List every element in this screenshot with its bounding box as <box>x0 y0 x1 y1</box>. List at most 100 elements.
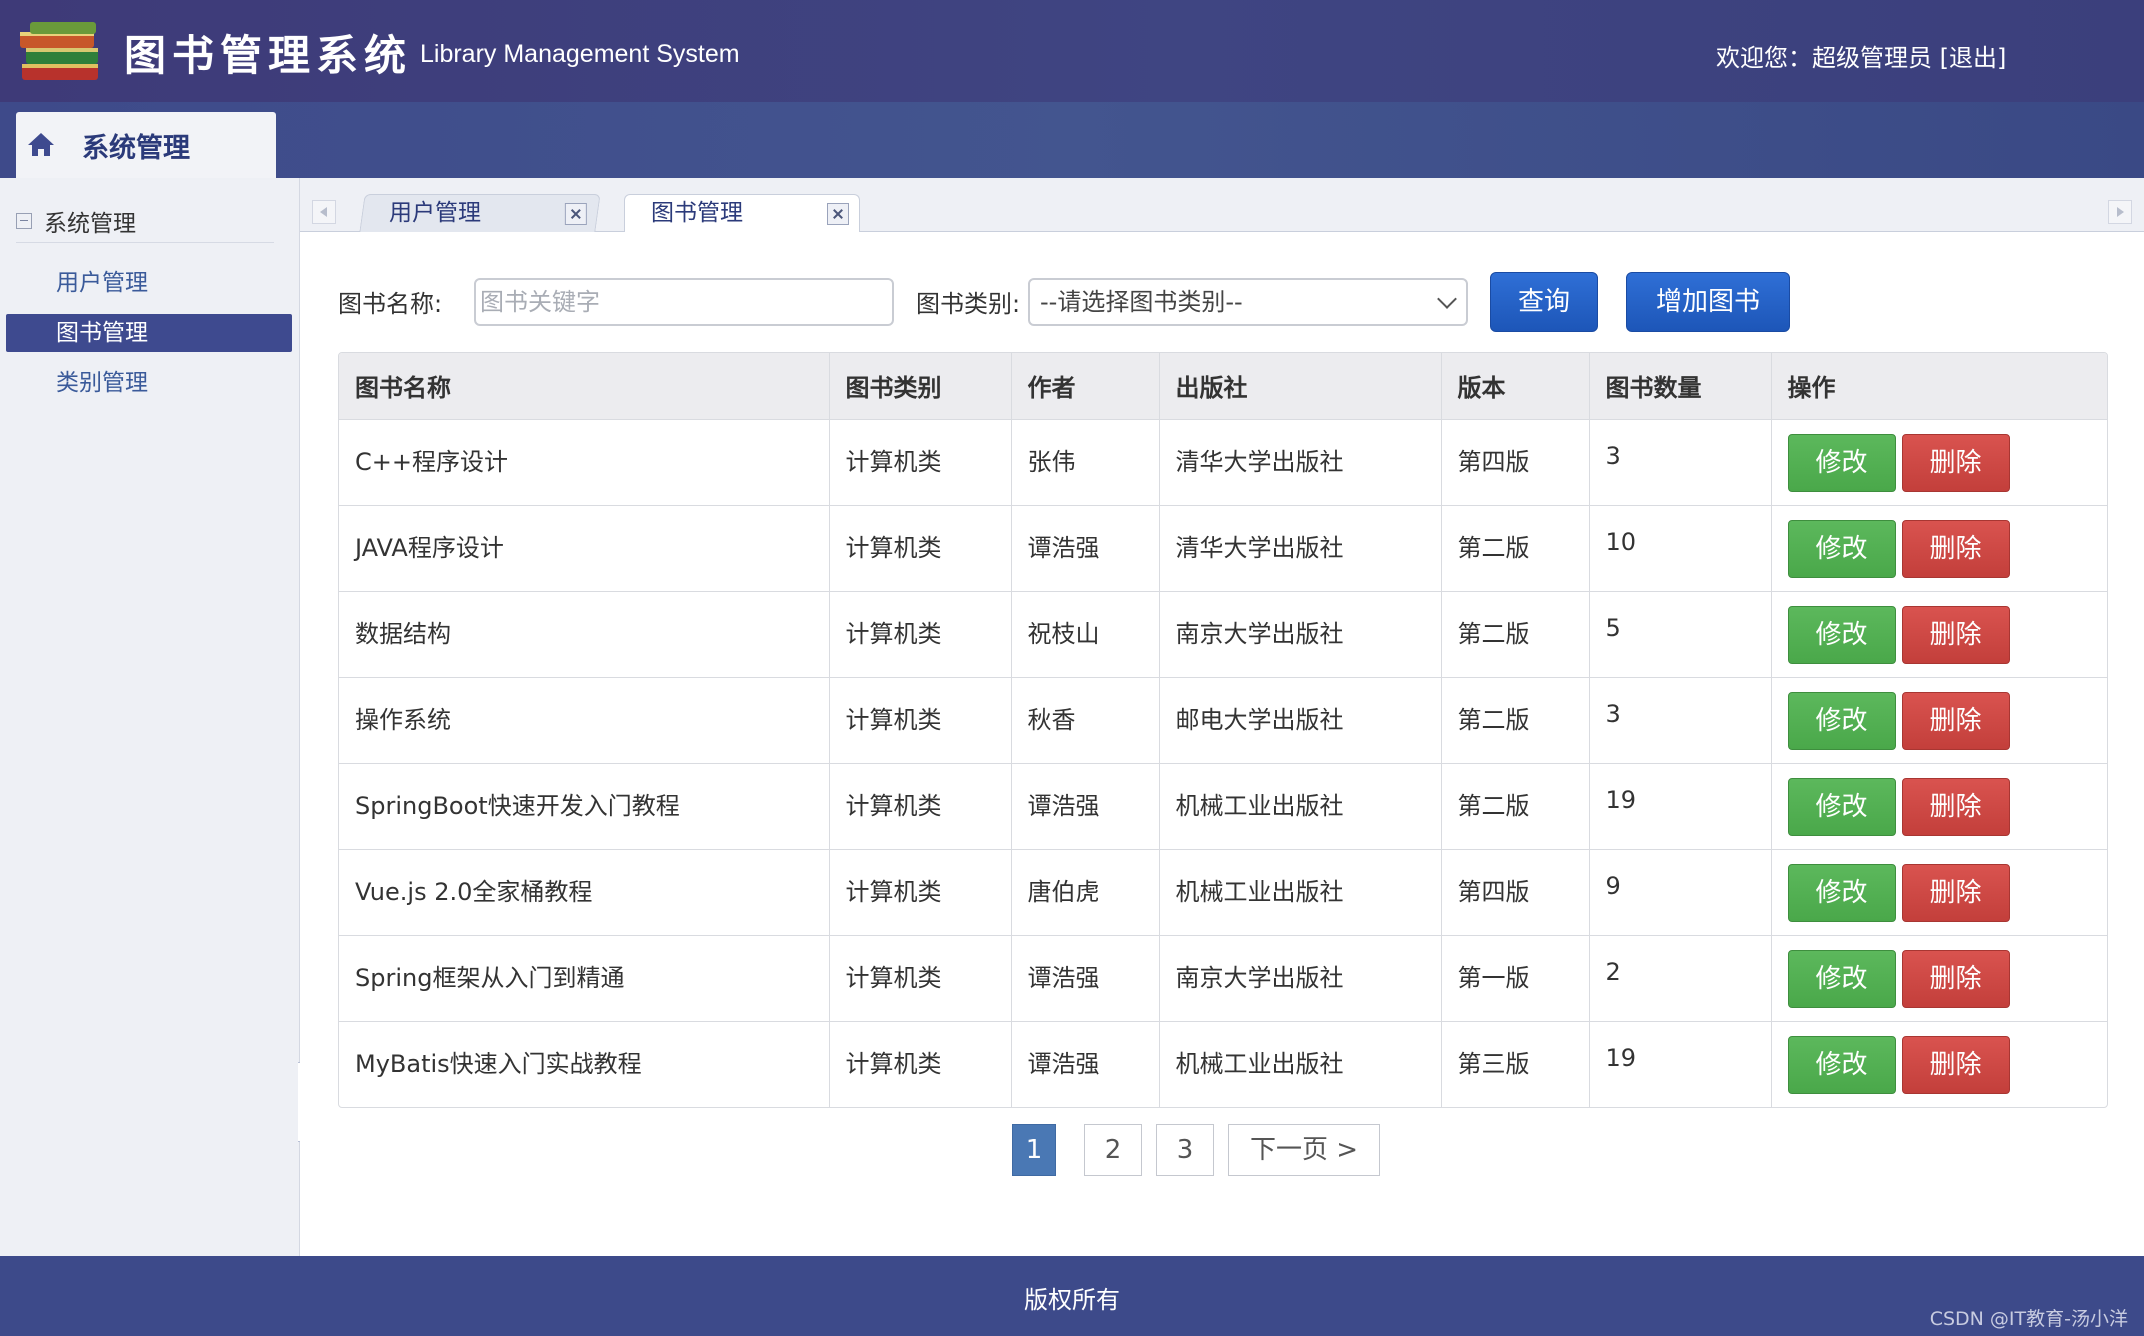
cell-edition: 第四版 <box>1441 419 1590 506</box>
delete-button[interactable]: 删除 <box>1901 949 2010 1008</box>
cell-quantity: 10 <box>1589 505 1772 592</box>
cell-book-name: SpringBoot快速开发入门教程 <box>339 763 830 850</box>
sidebar-item-categories[interactable]: 类别管理 <box>6 364 292 402</box>
cell-actions: 修改 删除 <box>1771 591 2107 678</box>
books-table: 图书名称 图书类别 作者 出版社 版本 图书数量 操作 C++程序设计 计算机类… <box>338 352 2108 1108</box>
table-row: C++程序设计 计算机类 张伟 清华大学出版社 第四版 3 修改 删除 <box>339 419 2107 506</box>
cell-quantity: 5 <box>1589 591 1772 678</box>
tabs-bar: 用户管理 图书管理 <box>300 178 2144 233</box>
next-page-button[interactable]: 下一页 > <box>1228 1124 1380 1176</box>
cell-book-name: Spring框架从入门到精通 <box>339 935 830 1022</box>
table-row: JAVA程序设计 计算机类 谭浩强 清华大学出版社 第二版 10 修改 删除 <box>339 505 2107 592</box>
cell-publisher: 邮电大学出版社 <box>1159 677 1442 764</box>
column-header: 出版社 <box>1159 353 1442 420</box>
cell-edition: 第三版 <box>1441 1021 1590 1107</box>
cell-book-name: JAVA程序设计 <box>339 505 830 592</box>
edit-button[interactable]: 修改 <box>1787 433 1896 492</box>
column-header: 图书类别 <box>829 353 1012 420</box>
cell-author: 谭浩强 <box>1011 763 1160 850</box>
column-header: 操作 <box>1771 353 2107 420</box>
column-header: 图书名称 <box>339 353 830 420</box>
cell-category: 计算机类 <box>829 1021 1012 1107</box>
cell-actions: 修改 删除 <box>1771 505 2107 592</box>
cell-author: 张伟 <box>1011 419 1160 506</box>
cell-category: 计算机类 <box>829 591 1012 678</box>
column-header: 图书数量 <box>1589 353 1772 420</box>
sidebar: 系统管理 用户管理 图书管理 类别管理 <box>0 178 300 1256</box>
cell-actions: 修改 删除 <box>1771 1021 2107 1107</box>
page-button-2[interactable]: 2 <box>1084 1124 1142 1176</box>
cell-author: 祝枝山 <box>1011 591 1160 678</box>
cell-author: 谭浩强 <box>1011 1021 1160 1107</box>
cell-publisher: 机械工业出版社 <box>1159 849 1442 936</box>
delete-button[interactable]: 删除 <box>1901 863 2010 922</box>
tab-scroll-right-icon[interactable] <box>2108 200 2132 224</box>
cell-publisher: 机械工业出版社 <box>1159 763 1442 850</box>
sidebar-group-header[interactable]: 系统管理 <box>16 204 136 238</box>
tab-scroll-left-icon[interactable] <box>312 200 336 224</box>
delete-button[interactable]: 删除 <box>1901 605 2010 664</box>
app-subtitle: Library Management System <box>420 40 740 68</box>
cell-book-name: 数据结构 <box>339 591 830 678</box>
cell-edition: 第四版 <box>1441 849 1590 936</box>
app-header: 图书管理系统 Library Management System 欢迎您：超级管… <box>0 0 2144 102</box>
page-button-3[interactable]: 3 <box>1156 1124 1214 1176</box>
main-content: 图书名称: 图书类别: --请选择图书类别-- 查询 增加图书 图书名称 图书类… <box>300 232 2144 1256</box>
edit-button[interactable]: 修改 <box>1787 1035 1896 1094</box>
sidebar-item-users[interactable]: 用户管理 <box>6 264 292 302</box>
cell-author: 谭浩强 <box>1011 935 1160 1022</box>
sidebar-item-books[interactable]: 图书管理 <box>6 314 292 352</box>
book-name-label: 图书名称: <box>338 290 443 318</box>
copyright-text: 版权所有 <box>1024 1286 1120 1314</box>
edit-button[interactable]: 修改 <box>1787 777 1896 836</box>
cell-category: 计算机类 <box>829 419 1012 506</box>
page-button-1[interactable]: 1 <box>1012 1124 1056 1176</box>
category-select[interactable]: --请选择图书类别-- <box>1028 278 1468 326</box>
cell-book-name: 操作系统 <box>339 677 830 764</box>
close-icon[interactable] <box>827 203 849 225</box>
table-row: 操作系统 计算机类 秋香 邮电大学出版社 第二版 3 修改 删除 <box>339 677 2107 764</box>
book-name-input[interactable] <box>474 278 894 326</box>
cell-actions: 修改 删除 <box>1771 849 2107 936</box>
cell-edition: 第一版 <box>1441 935 1590 1022</box>
edit-button[interactable]: 修改 <box>1787 605 1896 664</box>
delete-button[interactable]: 删除 <box>1901 433 2010 492</box>
chevron-down-icon <box>1437 289 1457 309</box>
tab-user-management[interactable]: 用户管理 <box>359 194 601 232</box>
cell-category: 计算机类 <box>829 935 1012 1022</box>
app-title: 图书管理系统 <box>124 31 413 80</box>
collapse-icon[interactable] <box>16 213 32 229</box>
nav-band <box>0 102 2144 178</box>
home-icon <box>28 133 54 156</box>
cell-actions: 修改 删除 <box>1771 419 2107 506</box>
table-row: Vue.js 2.0全家桶教程 计算机类 唐伯虎 机械工业出版社 第四版 9 修… <box>339 849 2107 936</box>
nav-tab-system[interactable]: 系统管理 <box>16 112 276 178</box>
welcome-text: 欢迎您：超级管理员 <box>1716 44 1932 72</box>
cell-publisher: 清华大学出版社 <box>1159 419 1442 506</box>
delete-button[interactable]: 删除 <box>1901 1035 2010 1094</box>
edit-button[interactable]: 修改 <box>1787 863 1896 922</box>
cell-category: 计算机类 <box>829 763 1012 850</box>
watermark-text: CSDN @IT教育-汤小洋 <box>1929 1308 2128 1330</box>
edit-button[interactable]: 修改 <box>1787 949 1896 1008</box>
cell-edition: 第二版 <box>1441 591 1590 678</box>
close-icon[interactable] <box>564 203 587 225</box>
nav-tab-label: 系统管理 <box>82 132 190 164</box>
edit-button[interactable]: 修改 <box>1787 691 1896 750</box>
delete-button[interactable]: 删除 <box>1901 777 2010 836</box>
logout-link[interactable]: [退出] <box>1940 44 2007 72</box>
cell-edition: 第二版 <box>1441 763 1590 850</box>
table-row: Spring框架从入门到精通 计算机类 谭浩强 南京大学出版社 第一版 2 修改… <box>339 935 2107 1022</box>
delete-button[interactable]: 删除 <box>1901 519 2010 578</box>
category-label: 图书类别: <box>916 290 1021 318</box>
tab-label: 图书管理 <box>651 200 743 226</box>
add-book-button[interactable]: 增加图书 <box>1626 272 1790 332</box>
delete-button[interactable]: 删除 <box>1901 691 2010 750</box>
edit-button[interactable]: 修改 <box>1787 519 1896 578</box>
tab-book-management[interactable]: 图书管理 <box>624 194 860 233</box>
column-header: 版本 <box>1441 353 1590 420</box>
footer: 版权所有 CSDN @IT教育-汤小洋 <box>0 1256 2144 1336</box>
cell-quantity: 19 <box>1589 763 1772 850</box>
cell-publisher: 南京大学出版社 <box>1159 591 1442 678</box>
query-button[interactable]: 查询 <box>1490 272 1598 332</box>
